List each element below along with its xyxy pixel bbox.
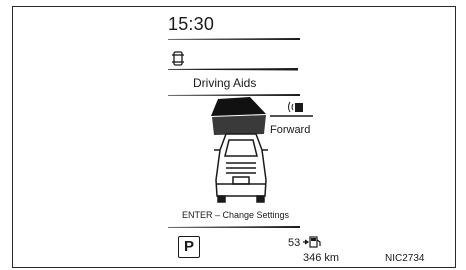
sonar-icon (288, 101, 294, 113)
gear-indicator: P (178, 236, 200, 258)
vehicle-rear-icon (214, 133, 268, 203)
fuel-pump-icon (303, 236, 321, 248)
forward-detection-zone (211, 97, 266, 116)
title-underline (168, 94, 300, 96)
display-graphics (168, 38, 321, 248)
range-value: 346 km (303, 252, 340, 264)
clock-divider (168, 38, 300, 40)
clock: 15:30 (168, 14, 215, 34)
driving-aids-car-icon (172, 51, 184, 66)
fuel-value: 53 (288, 237, 301, 249)
screen-title: Driving Aids (193, 76, 257, 90)
figure-code: NIC2734 (385, 253, 425, 264)
mode-label: Forward (270, 124, 311, 136)
hint-divider (168, 226, 300, 228)
settings-hint: ENTER – Change Settings (182, 210, 290, 220)
title-divider (168, 68, 298, 71)
